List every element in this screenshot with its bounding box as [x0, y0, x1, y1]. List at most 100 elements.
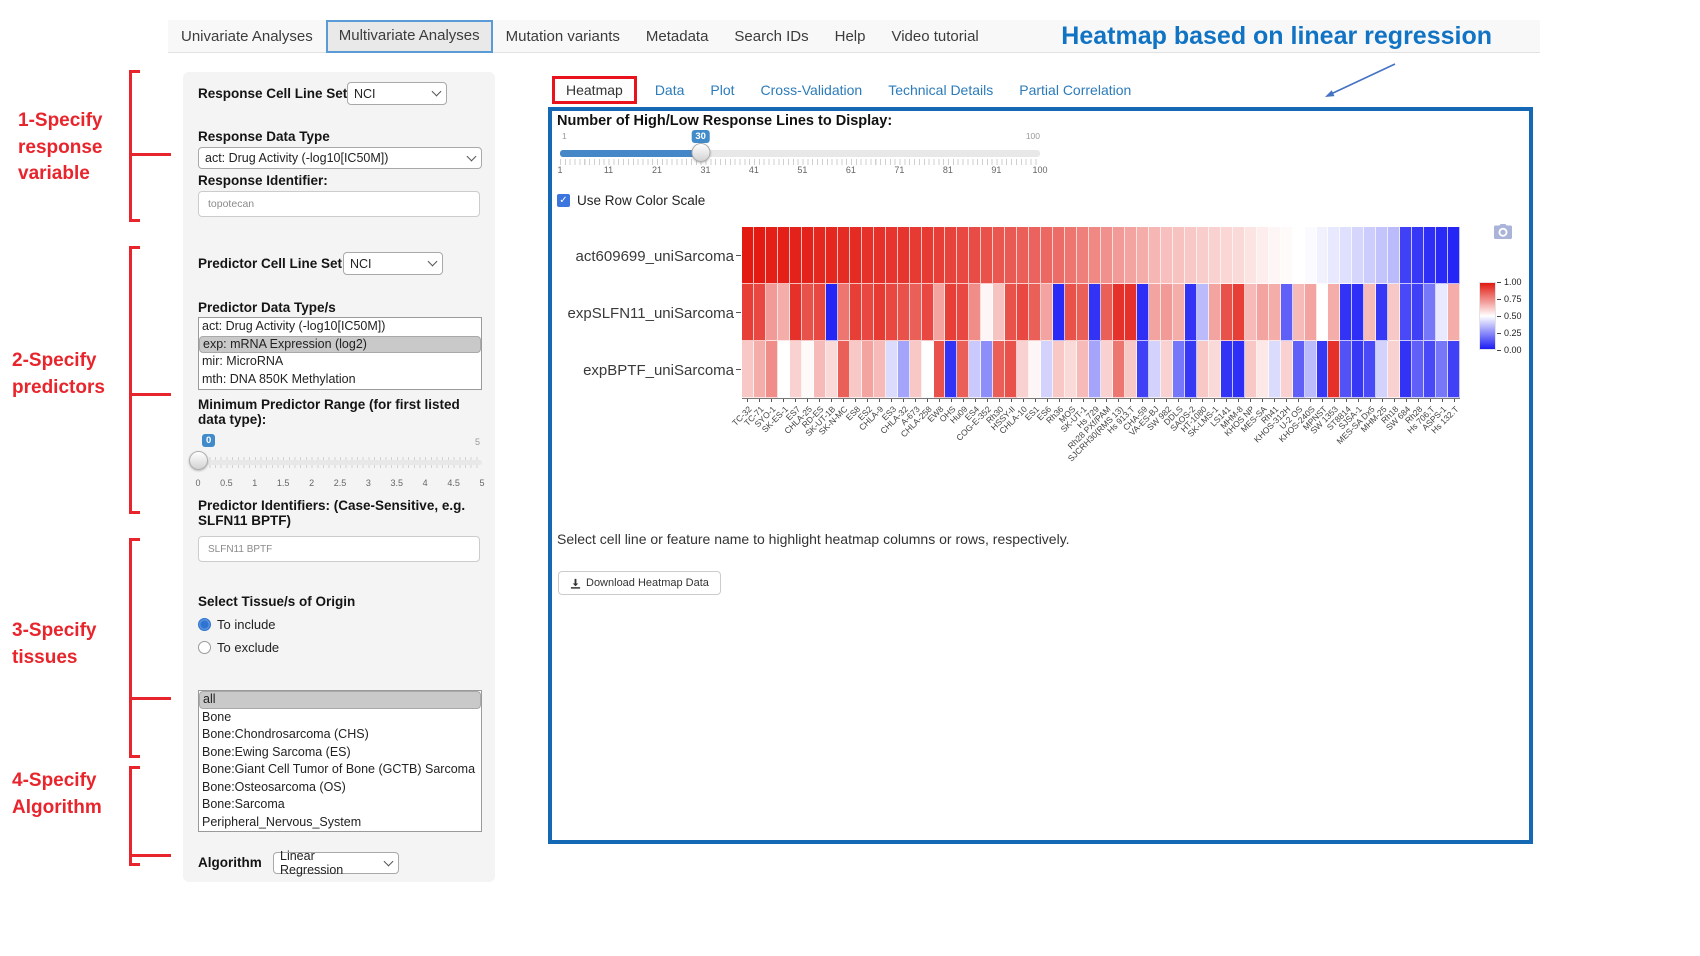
predictor-cell-line-set-select[interactable]: NCI — [343, 252, 443, 275]
heatmap-cell[interactable] — [1436, 341, 1448, 398]
heatmap-cell[interactable] — [1041, 341, 1053, 398]
heatmap-cell[interactable] — [1376, 341, 1388, 398]
heatmap-cell[interactable] — [934, 284, 946, 341]
heatmap-cell[interactable] — [862, 341, 874, 398]
heatmap-cell[interactable] — [814, 341, 826, 398]
heatmap-cell[interactable] — [1340, 341, 1352, 398]
heatmap-cell[interactable] — [1101, 284, 1113, 341]
tab-data[interactable]: Data — [642, 76, 698, 104]
heatmap-cell[interactable] — [838, 284, 850, 341]
heatmap-cell[interactable] — [1293, 341, 1305, 398]
heatmap-cell[interactable] — [969, 341, 981, 398]
heatmap-cell[interactable] — [898, 284, 910, 341]
heatmap-cell[interactable] — [1293, 284, 1305, 341]
heatmap-cell[interactable] — [993, 284, 1005, 341]
heatmap-cell[interactable] — [1269, 341, 1281, 398]
heatmap-cell[interactable] — [1113, 227, 1125, 284]
heatmap-cell[interactable] — [1293, 227, 1305, 284]
heatmap-cell[interactable] — [850, 284, 862, 341]
heatmap-cell[interactable] — [1352, 227, 1364, 284]
heatmap-row-label-expBPTF[interactable]: expBPTF_uniSarcoma — [540, 362, 734, 379]
slider-track[interactable] — [198, 460, 482, 465]
heatmap-cell[interactable] — [1448, 227, 1460, 284]
heatmap-cell[interactable] — [1137, 227, 1149, 284]
heatmap-cell[interactable] — [1077, 227, 1089, 284]
radio-unselected-icon[interactable] — [198, 641, 211, 654]
heatmap-cell[interactable] — [934, 227, 946, 284]
heatmap-cell[interactable] — [957, 227, 969, 284]
heatmap-cell[interactable] — [742, 227, 754, 284]
predictor-data-type-option[interactable]: mth: DNA 850K Methylation — [199, 371, 481, 389]
heatmap-cell[interactable] — [1245, 284, 1257, 341]
heatmap-cell[interactable] — [1400, 284, 1412, 341]
tissue-origin-listbox[interactable]: allBoneBone:Chondrosarcoma (CHS)Bone:Ewi… — [198, 690, 482, 832]
heatmap-cell[interactable] — [945, 341, 957, 398]
heatmap-cell[interactable] — [910, 227, 922, 284]
heatmap-cell[interactable] — [1436, 284, 1448, 341]
heatmap-cell[interactable] — [802, 227, 814, 284]
heatmap-cell[interactable] — [981, 227, 993, 284]
heatmap-cell[interactable] — [1400, 341, 1412, 398]
tab-cross-validation[interactable]: Cross-Validation — [748, 76, 876, 104]
heatmap-cell[interactable] — [1053, 341, 1065, 398]
heatmap-cell[interactable] — [790, 284, 802, 341]
heatmap-cell[interactable] — [1101, 227, 1113, 284]
heatmap-cell[interactable] — [934, 341, 946, 398]
heatmap-cell[interactable] — [1161, 227, 1173, 284]
heatmap-cell[interactable] — [1209, 341, 1221, 398]
heatmap-cell[interactable] — [1376, 284, 1388, 341]
heatmap-cell[interactable] — [874, 284, 886, 341]
heatmap-cell[interactable] — [957, 284, 969, 341]
heatmap-cell[interactable] — [1125, 284, 1137, 341]
heatmap-cell[interactable] — [802, 284, 814, 341]
heatmap-cell[interactable] — [981, 341, 993, 398]
heatmap-cell[interactable] — [1364, 341, 1376, 398]
heatmap-cell[interactable] — [742, 284, 754, 341]
heatmap-cell[interactable] — [922, 227, 934, 284]
heatmap-cell[interactable] — [1077, 284, 1089, 341]
heatmap-cell[interactable] — [790, 227, 802, 284]
response-lines-slider[interactable]: 1 100 30 1112131415161718191100 — [560, 131, 1040, 183]
heatmap-cell[interactable] — [981, 284, 993, 341]
heatmap-cell[interactable] — [874, 341, 886, 398]
heatmap-cell[interactable] — [1161, 284, 1173, 341]
heatmap-cell[interactable] — [1029, 227, 1041, 284]
heatmap-cell[interactable] — [1305, 341, 1317, 398]
nav-mutation-variants[interactable]: Mutation variants — [493, 20, 633, 53]
heatmap-cell[interactable] — [1424, 284, 1436, 341]
heatmap-cell[interactable] — [1281, 341, 1293, 398]
heatmap-cell[interactable] — [1340, 227, 1352, 284]
nav-search-ids[interactable]: Search IDs — [721, 20, 821, 53]
response-cell-line-set-select[interactable]: NCI — [347, 82, 447, 105]
heatmap-cell[interactable] — [1197, 284, 1209, 341]
camera-icon[interactable] — [1494, 224, 1512, 239]
tissue-option[interactable]: Bone:Giant Cell Tumor of Bone (GCTB) Sar… — [199, 761, 481, 779]
heatmap-cell[interactable] — [1149, 341, 1161, 398]
heatmap-cell[interactable] — [1209, 284, 1221, 341]
heatmap-row-label-act609699[interactable]: act609699_uniSarcoma — [540, 248, 734, 265]
heatmap-cell[interactable] — [1149, 284, 1161, 341]
heatmap-cell[interactable] — [1388, 227, 1400, 284]
heatmap-cell[interactable] — [1257, 284, 1269, 341]
heatmap-cell[interactable] — [1364, 227, 1376, 284]
heatmap-cell[interactable] — [1340, 284, 1352, 341]
predictor-data-type-option[interactable]: act: Drug Activity (-log10[IC50M]) — [199, 318, 481, 336]
nav-univariate-analyses[interactable]: Univariate Analyses — [168, 20, 326, 53]
heatmap-cell[interactable] — [1281, 227, 1293, 284]
heatmap-cell[interactable] — [814, 284, 826, 341]
heatmap-cell[interactable] — [1424, 227, 1436, 284]
heatmap-cell[interactable] — [1185, 227, 1197, 284]
response-data-type-select[interactable]: act: Drug Activity (-log10[IC50M]) — [198, 147, 482, 169]
heatmap-cell[interactable] — [1101, 341, 1113, 398]
heatmap-cell[interactable] — [1436, 227, 1448, 284]
heatmap-cell[interactable] — [1388, 341, 1400, 398]
tissue-option[interactable]: Peripheral_Nervous_System — [199, 814, 481, 832]
heatmap-cell[interactable] — [945, 284, 957, 341]
heatmap-cell[interactable] — [969, 227, 981, 284]
heatmap-cell[interactable] — [1173, 284, 1185, 341]
heatmap-cell[interactable] — [1173, 227, 1185, 284]
heatmap-cell[interactable] — [1017, 227, 1029, 284]
heatmap-cell[interactable] — [838, 227, 850, 284]
heatmap-cell[interactable] — [1305, 227, 1317, 284]
heatmap-cell[interactable] — [1209, 227, 1221, 284]
